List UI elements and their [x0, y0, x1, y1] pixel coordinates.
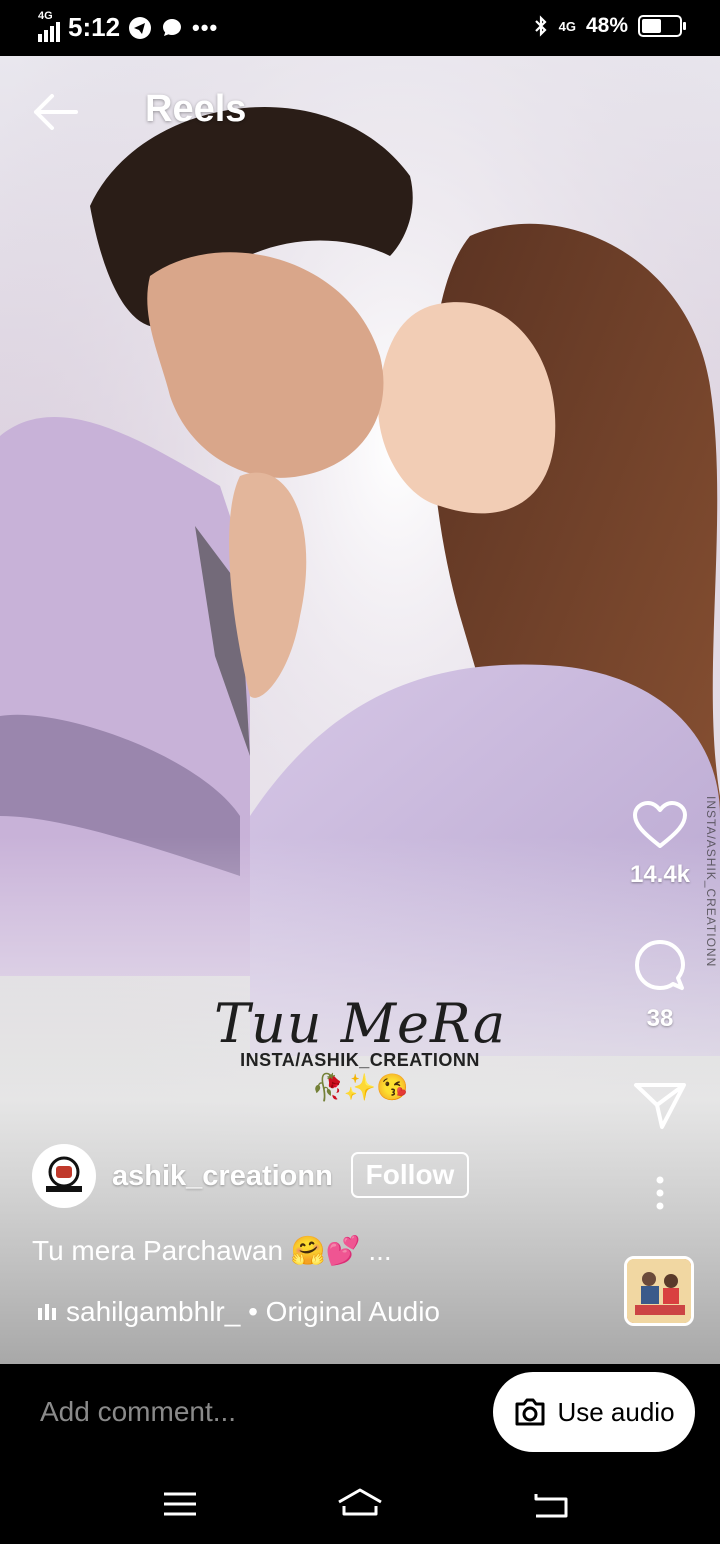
like-button[interactable]: 14.4k	[628, 800, 692, 889]
system-nav-bar	[0, 1464, 720, 1544]
audio-cover-image	[627, 1259, 691, 1323]
audio-label: sahilgambhlr_ • Original Audio	[66, 1296, 441, 1327]
reels-header: Reels	[0, 56, 720, 166]
status-right: 4G 48%	[533, 14, 686, 38]
comment-bar: Add comment... Use audio	[0, 1364, 720, 1464]
like-count: 14.4k	[629, 861, 691, 888]
battery-icon	[638, 15, 686, 37]
send-icon[interactable]	[633, 1080, 687, 1130]
comment-icon[interactable]	[632, 938, 688, 994]
audio-bars-icon	[38, 1304, 56, 1320]
use-audio-button[interactable]: Use audio	[493, 1372, 695, 1452]
chat-bubble-icon	[163, 18, 182, 36]
reel-caption[interactable]: Tu mera Parchawan 🤗💕 ...	[32, 1234, 392, 1267]
heart-icon[interactable]	[632, 800, 688, 850]
overlay-emojis: 🥀✨😘	[311, 1072, 409, 1102]
comment-input[interactable]: Add comment...	[40, 1396, 236, 1428]
creator-logo-icon	[46, 1156, 82, 1192]
avatar[interactable]	[32, 1144, 96, 1208]
clock: 5:12	[68, 12, 121, 42]
signal-icon	[38, 20, 60, 42]
battery-percent: 48%	[585, 14, 628, 37]
more-options-button[interactable]	[628, 1176, 692, 1215]
more-vertical-icon[interactable]	[655, 1176, 665, 1210]
more-dots-icon: •••	[192, 14, 219, 40]
author-username[interactable]: ashik_creationn	[112, 1160, 333, 1193]
audio-thumbnail[interactable]	[624, 1256, 694, 1326]
network-type-right: 4G	[558, 18, 576, 34]
follow-button[interactable]: Follow	[351, 1152, 469, 1198]
comment-count: 38	[646, 1005, 674, 1032]
home-icon[interactable]	[336, 1484, 384, 1524]
camera-icon	[515, 1398, 545, 1426]
status-bar: 4G 5:12 ••• 4G 48%	[0, 0, 720, 56]
overlay-subtitle: INSTA/ASHIK_CREATIONN	[240, 1050, 480, 1070]
status-left: 4G 5:12 •••	[38, 10, 219, 43]
overlay-title: Tuu MeRa	[213, 992, 507, 1055]
video-watermark: INSTA/ASHIK_CREATIONN	[704, 796, 718, 968]
telegram-icon	[129, 16, 152, 39]
network-type: 4G	[38, 10, 53, 22]
back-arrow-icon[interactable]	[32, 92, 78, 132]
page-title: Reels	[145, 88, 247, 130]
author-row: ashik_creationn	[32, 1144, 333, 1208]
use-audio-label: Use audio	[557, 1396, 675, 1427]
bluetooth-icon	[534, 15, 547, 37]
share-button[interactable]	[628, 1080, 692, 1135]
audio-info[interactable]: sahilgambhlr_ • Original Audio	[38, 1296, 440, 1328]
menu-icon[interactable]	[160, 1484, 200, 1524]
comment-button[interactable]: 38	[628, 938, 692, 1033]
back-nav-icon[interactable]	[530, 1484, 570, 1524]
